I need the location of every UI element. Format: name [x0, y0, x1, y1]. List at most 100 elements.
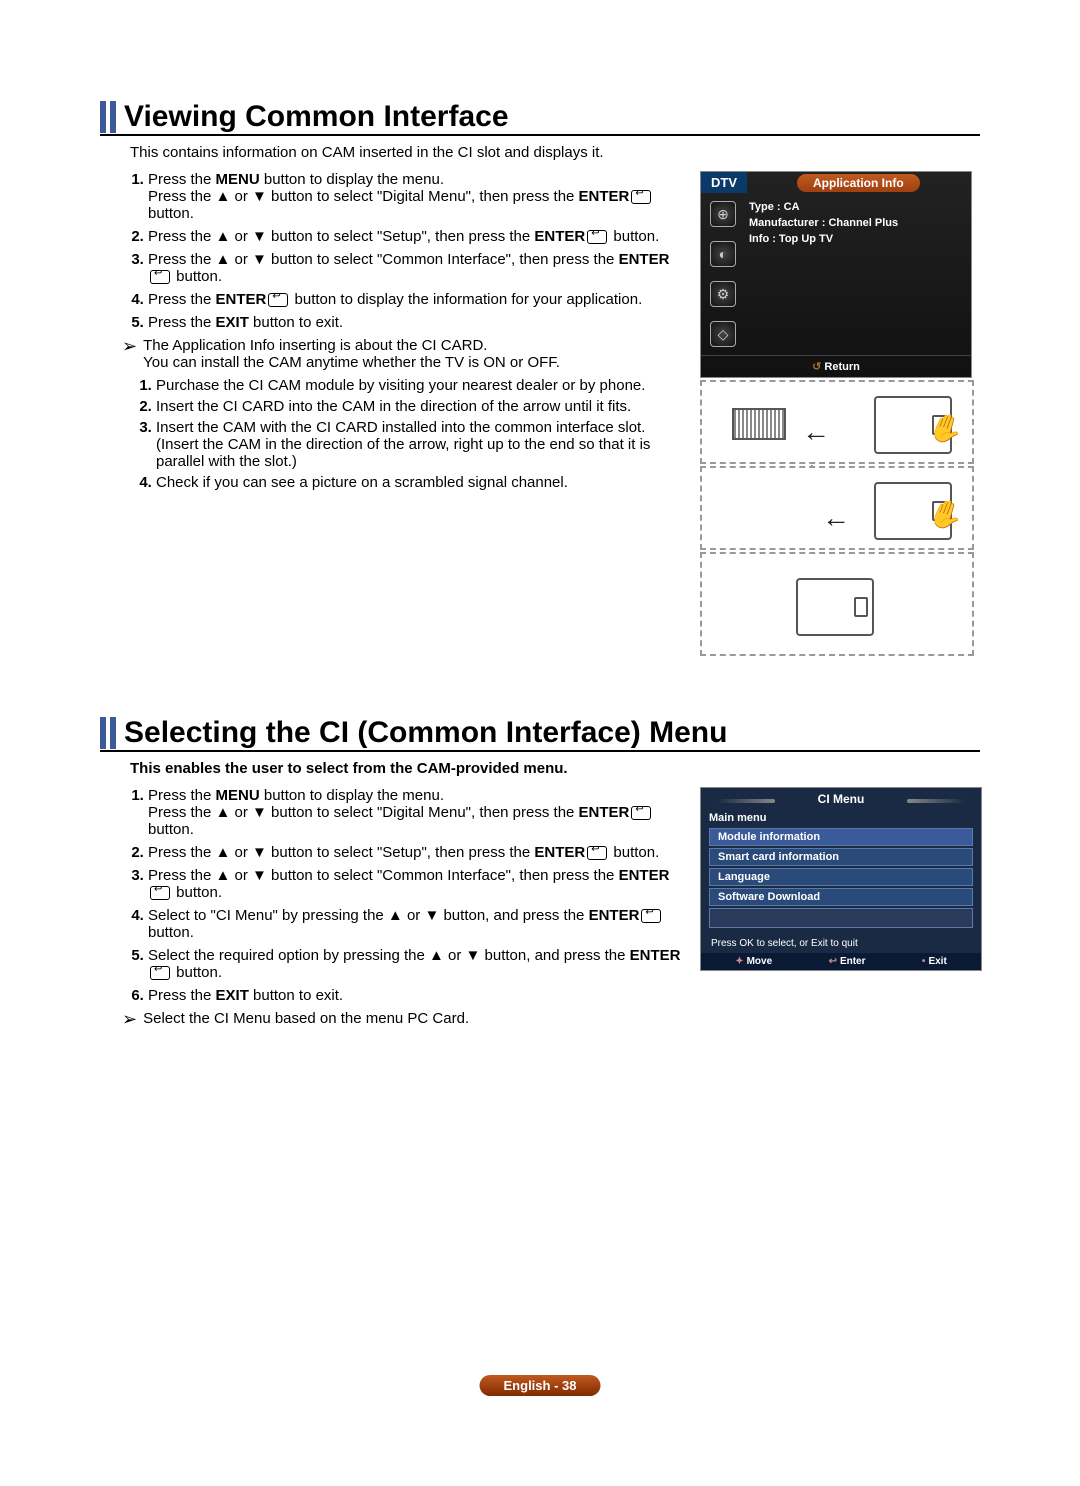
note-arrow-icon: ➢: [122, 1010, 137, 1028]
ci-move-label: Move: [735, 956, 772, 967]
enter-icon: [631, 806, 651, 820]
enter-icon: [641, 909, 661, 923]
step-1: Press the MENU button to display the men…: [148, 171, 688, 222]
enter-word: ENTER: [579, 188, 630, 205]
enter-word: ENTER: [534, 228, 585, 245]
section-heading-1: Viewing Common Interface: [100, 100, 980, 136]
note-1: ➢ The Application Info inserting is abou…: [122, 337, 688, 371]
ci-card-icon: [732, 408, 786, 440]
substep-3: Insert the CAM with the CI CARD installe…: [156, 419, 688, 470]
ci-menu-screenshot: CI Menu Main menu Module information Sma…: [700, 787, 982, 971]
ci-item-language: Language: [709, 868, 973, 886]
step2-3: Press the ▲ or ▼ button to select "Commo…: [148, 867, 688, 901]
channel-icon: ◐: [710, 241, 736, 267]
t: Press the: [148, 987, 216, 1004]
section-2-body: Press the MENU button to display the men…: [100, 787, 688, 1028]
t: button to exit.: [249, 987, 343, 1004]
enter-word: ENTER: [619, 251, 670, 268]
t: Select to "CI Menu" by pressing the ▲ or…: [148, 907, 589, 924]
ci-exit-label: Exit: [922, 956, 947, 967]
note-line: You can install the CAM anytime whether …: [143, 354, 560, 371]
note-2: ➢ Select the CI Menu based on the menu P…: [122, 1010, 688, 1028]
enter-word: ENTER: [534, 844, 585, 861]
section-2-intro: This enables the user to select from the…: [130, 760, 980, 777]
diagram-insert-card-2: ← ✋: [700, 466, 974, 550]
dtv-return: Return: [701, 355, 971, 377]
t: button to exit.: [249, 314, 343, 331]
diagram-insert-card-3: [700, 552, 974, 656]
t: button to display the menu.: [260, 787, 444, 804]
t: Press the: [148, 291, 216, 308]
t: button.: [148, 205, 194, 222]
lang-icon: ◇: [710, 321, 736, 347]
dtv-tag: DTV: [701, 172, 747, 193]
t: (Insert the CAM in the direction of the …: [156, 436, 650, 470]
t: Press the ▲ or ▼ button to select "Setup…: [148, 844, 534, 861]
section-1-body: Press the MENU button to display the men…: [100, 171, 688, 656]
t: Insert the CI CARD into the CAM in the d…: [156, 398, 631, 415]
t: button.: [172, 964, 222, 981]
step-4: Press the ENTER button to display the in…: [148, 291, 688, 308]
t: Press the: [148, 171, 216, 188]
heading-2-text: Selecting the CI (Common Interface) Menu: [124, 716, 727, 750]
guide-icon: ⊕: [710, 201, 736, 227]
t: button.: [148, 821, 194, 838]
dtv-manufacturer: Manufacturer : Channel Plus: [749, 215, 898, 231]
dtv-tab: Application Info: [797, 174, 920, 192]
menu-word: MENU: [216, 787, 260, 804]
t: Press the ▲ or ▼ button to select "Setup…: [148, 228, 534, 245]
exit-word: EXIT: [216, 987, 249, 1004]
t: Insert the CAM with the CI CARD installe…: [156, 419, 645, 436]
t: Select the required option by pressing t…: [148, 947, 630, 964]
dtv-type: Type : CA: [749, 199, 898, 215]
menu-word: MENU: [216, 171, 260, 188]
step2-6: Press the EXIT button to exit.: [148, 987, 688, 1004]
ci-main-label: Main menu: [701, 810, 981, 826]
t: Press the ▲ or ▼ button to select "Digit…: [148, 804, 579, 821]
step2-4: Select to "CI Menu" by pressing the ▲ or…: [148, 907, 688, 941]
t: button.: [148, 924, 194, 941]
page-footer: English - 38: [480, 1375, 601, 1396]
note-arrow-icon: ➢: [122, 337, 137, 355]
t: button.: [172, 884, 222, 901]
enter-word: ENTER: [630, 947, 681, 964]
arrow-left-icon: ←: [822, 502, 850, 534]
t: Press the: [148, 314, 216, 331]
t: Press the ▲ or ▼ button to select "Digit…: [148, 188, 579, 205]
heading-1-text: Viewing Common Interface: [124, 100, 509, 134]
substep-4: Check if you can see a picture on a scra…: [156, 474, 688, 491]
t: button.: [609, 844, 659, 861]
enter-icon: [268, 293, 288, 307]
ci-item-blank: [709, 908, 973, 928]
step2-2: Press the ▲ or ▼ button to select "Setup…: [148, 844, 688, 861]
ci-item-download: Software Download: [709, 888, 973, 906]
ci-hint: Press OK to select, or Exit to quit: [701, 934, 981, 953]
section-heading-2: Selecting the CI (Common Interface) Menu: [100, 716, 980, 752]
heading-marks-icon: [100, 717, 116, 749]
substep-1: Purchase the CI CAM module by visiting y…: [156, 377, 688, 394]
note-line: The Application Info inserting is about …: [143, 337, 560, 354]
step-2: Press the ▲ or ▼ button to select "Setup…: [148, 228, 688, 245]
note-line: Select the CI Menu based on the menu PC …: [143, 1010, 469, 1027]
diagram-insert-card-1: ←← ✋: [700, 380, 974, 464]
ci-item-smartcard: Smart card information: [709, 848, 973, 866]
ci-enter-label: Enter: [829, 956, 866, 967]
t: button to display the menu.: [260, 171, 444, 188]
enter-word: ENTER: [589, 907, 640, 924]
t: button to display the information for yo…: [290, 291, 642, 308]
substep-2: Insert the CI CARD into the CAM in the d…: [156, 398, 688, 415]
enter-word: ENTER: [216, 291, 267, 308]
exit-word: EXIT: [216, 314, 249, 331]
dtv-info: Info : Top Up TV: [749, 231, 898, 247]
section-1-intro: This contains information on CAM inserte…: [130, 144, 610, 161]
enter-word: ENTER: [579, 804, 630, 821]
setup-icon: ⚙: [710, 281, 736, 307]
t: Press the: [148, 787, 216, 804]
enter-icon: [150, 270, 170, 284]
enter-icon: [631, 190, 651, 204]
heading-marks-icon: [100, 101, 116, 133]
enter-icon: [150, 966, 170, 980]
dtv-screenshot: DTV Application Info ⊕ ◐ ⚙ ◇ Type : CA M…: [700, 171, 972, 378]
step-3: Press the ▲ or ▼ button to select "Commo…: [148, 251, 688, 285]
step-5: Press the EXIT button to exit.: [148, 314, 688, 331]
